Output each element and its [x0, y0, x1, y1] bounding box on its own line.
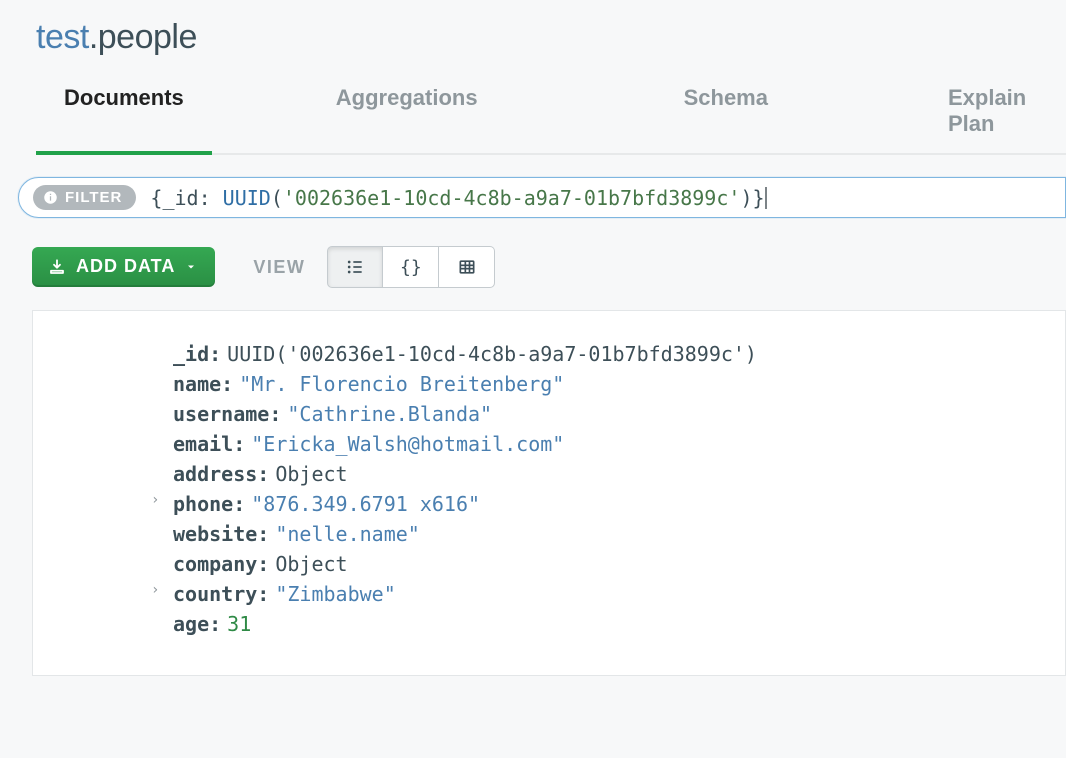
doc-field-key: address — [173, 459, 257, 489]
tab-schema[interactable]: Schema — [656, 71, 796, 153]
filter-chip[interactable]: FILTER — [33, 185, 136, 210]
caret-down-icon — [185, 261, 197, 273]
view-mode-group: {} — [327, 246, 495, 288]
doc-field-row: country:"Zimbabwe" — [63, 579, 1035, 609]
doc-field-key: _id — [173, 339, 209, 369]
doc-field-key: phone — [173, 489, 233, 519]
add-data-button[interactable]: ADD DATA — [32, 247, 215, 287]
filter-bar[interactable]: FILTER {_id: UUID('002636e1-10cd-4c8b-a9… — [18, 177, 1066, 218]
doc-field-value[interactable]: Object — [275, 459, 347, 489]
namespace-title: test.people — [36, 18, 1066, 71]
add-data-label: ADD DATA — [76, 256, 175, 277]
doc-field-value[interactable]: "Cathrine.Blanda" — [287, 399, 492, 429]
doc-field-value[interactable]: "nelle.name" — [275, 519, 420, 549]
expand-toggle[interactable]: › — [151, 485, 159, 515]
namespace-coll: .people — [89, 18, 197, 56]
info-icon — [43, 190, 58, 205]
tab-documents[interactable]: Documents — [36, 71, 212, 153]
doc-field-key: name — [173, 369, 221, 399]
braces-icon: {} — [400, 257, 422, 278]
doc-field-key: username — [173, 399, 269, 429]
table-icon — [457, 257, 477, 277]
doc-field-row: ›address:Object — [63, 459, 1035, 489]
doc-field-key: company — [173, 549, 257, 579]
doc-field-value[interactable]: "Mr. Florencio Breitenberg" — [239, 369, 564, 399]
list-icon — [345, 257, 365, 277]
doc-field-key: email — [173, 429, 233, 459]
doc-field-value[interactable]: "Zimbabwe" — [275, 579, 395, 609]
doc-field-row: username:"Cathrine.Blanda" — [63, 399, 1035, 429]
view-list-button[interactable] — [327, 246, 383, 288]
expand-toggle[interactable]: › — [151, 575, 159, 605]
tab-explain-plan[interactable]: Explain Plan — [920, 71, 1066, 153]
view-label: VIEW — [253, 257, 305, 278]
doc-field-row: _id:UUID('002636e1-10cd-4c8b-a9a7-01b7bf… — [63, 339, 1035, 369]
download-icon — [48, 258, 66, 276]
doc-field-value[interactable]: Object — [275, 549, 347, 579]
doc-field-row: ›company:Object — [63, 549, 1035, 579]
document-body: _id:UUID('002636e1-10cd-4c8b-a9a7-01b7bf… — [63, 339, 1035, 639]
toolbar: ADD DATA VIEW {} — [18, 246, 1066, 288]
filter-input[interactable]: {_id: UUID('002636e1-10cd-4c8b-a9a7-01b7… — [150, 186, 1051, 210]
doc-field-row: phone:"876.349.6791 x616" — [63, 489, 1035, 519]
doc-field-value[interactable]: 31 — [227, 609, 251, 639]
view-table-button[interactable] — [439, 246, 495, 288]
doc-field-row: name:"Mr. Florencio Breitenberg" — [63, 369, 1035, 399]
doc-field-row: website:"nelle.name" — [63, 519, 1035, 549]
doc-field-value[interactable]: "Ericka_Walsh@hotmail.com" — [251, 429, 564, 459]
tab-aggregations[interactable]: Aggregations — [308, 71, 506, 153]
doc-field-value[interactable]: "876.349.6791 x616" — [251, 489, 480, 519]
view-json-button[interactable]: {} — [383, 246, 439, 288]
text-cursor — [765, 187, 767, 209]
doc-field-row: age:31 — [63, 609, 1035, 639]
doc-field-value[interactable]: UUID('002636e1-10cd-4c8b-a9a7-01b7bfd389… — [227, 339, 757, 369]
doc-field-row: email:"Ericka_Walsh@hotmail.com" — [63, 429, 1035, 459]
filter-chip-label: FILTER — [65, 189, 122, 206]
doc-field-key: country — [173, 579, 257, 609]
namespace-db: test — [36, 18, 89, 56]
document-card: _id:UUID('002636e1-10cd-4c8b-a9a7-01b7bf… — [32, 310, 1066, 676]
doc-field-key: age — [173, 609, 209, 639]
doc-field-key: website — [173, 519, 257, 549]
tabs: Documents Aggregations Schema Explain Pl… — [36, 71, 1066, 155]
